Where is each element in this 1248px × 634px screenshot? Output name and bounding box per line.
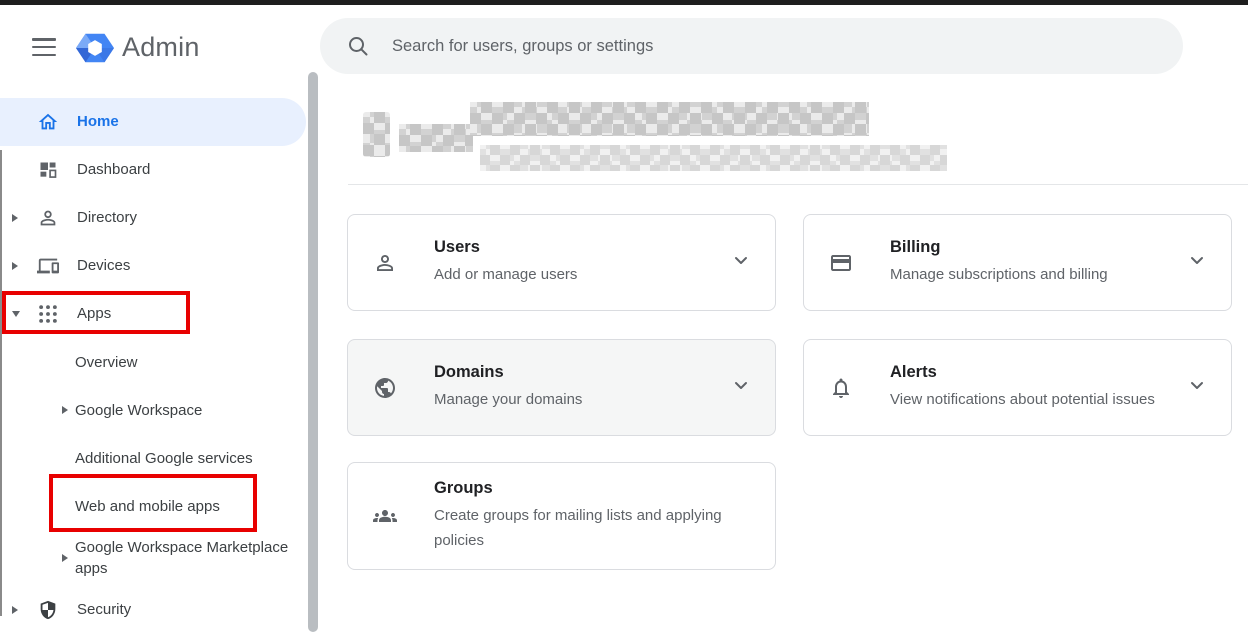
card-title: Users: [434, 238, 721, 257]
sidebar-item-additional-google-services[interactable]: Additional Google services: [0, 434, 306, 482]
card-billing[interactable]: Billing Manage subscriptions and billing: [803, 214, 1232, 311]
groups-icon: [373, 504, 397, 528]
collapse-down-icon[interactable]: [12, 311, 36, 317]
account-label-redacted: [399, 124, 473, 152]
sidebar-item-security[interactable]: Security: [0, 586, 306, 634]
card-users[interactable]: Users Add or manage users: [347, 214, 776, 311]
app-title: Admin: [122, 32, 200, 63]
sidebar-item-directory[interactable]: Directory: [0, 194, 306, 242]
home-icon: [36, 110, 60, 134]
expand-right-icon[interactable]: [12, 606, 36, 614]
bell-icon: [829, 376, 853, 400]
sidebar-scrollbar[interactable]: [308, 72, 318, 632]
person-icon: [36, 206, 60, 230]
card-title: Alerts: [890, 363, 1177, 382]
card-domains[interactable]: Domains Manage your domains: [347, 339, 776, 436]
sidebar-item-label: Google Workspace: [75, 400, 202, 421]
account-avatar-redacted: [363, 112, 390, 157]
chevron-down-icon[interactable]: [729, 248, 753, 277]
sidebar-item-label: Security: [77, 600, 131, 620]
card-subtitle: Manage your domains: [434, 387, 721, 412]
apps-grid-icon: [36, 302, 60, 326]
card-subtitle: View notifications about potential issue…: [890, 387, 1177, 412]
account-subtitle-redacted: [480, 145, 947, 171]
card-title: Domains: [434, 363, 721, 382]
window-left-edge: [0, 150, 2, 616]
card-title: Groups: [434, 479, 753, 498]
expand-right-icon[interactable]: [12, 262, 36, 270]
sidebar-item-label: Devices: [77, 256, 130, 276]
search-icon: [346, 34, 370, 58]
sidebar-item-label: Home: [77, 112, 119, 132]
card-alerts[interactable]: Alerts View notifications about potentia…: [803, 339, 1232, 436]
sidebar-item-devices[interactable]: Devices: [0, 242, 306, 290]
sidebar-item-label: Google Workspace Marketplace apps: [75, 537, 293, 579]
card-subtitle: Manage subscriptions and billing: [890, 262, 1177, 287]
devices-icon: [36, 254, 60, 278]
credit-card-icon: [829, 251, 853, 275]
sidebar-item-label: Directory: [77, 208, 137, 228]
expand-right-icon[interactable]: [12, 214, 36, 222]
sidebar-item-label: Dashboard: [77, 160, 150, 180]
sidebar-item-label: Web and mobile apps: [75, 496, 220, 517]
sidebar-item-marketplace-apps[interactable]: Google Workspace Marketplace apps: [0, 530, 306, 586]
header-divider: [348, 184, 1248, 185]
expand-right-icon[interactable]: [62, 554, 75, 562]
sidebar-nav: Home Dashboard Directory Devices: [0, 98, 306, 634]
account-title-redacted: [470, 102, 869, 136]
card-subtitle: Create groups for mailing lists and appl…: [434, 503, 753, 553]
chevron-down-icon[interactable]: [729, 373, 753, 402]
sidebar-item-web-and-mobile-apps[interactable]: Web and mobile apps: [0, 482, 306, 530]
search-input[interactable]: [392, 37, 1092, 56]
sidebar-item-label: Apps: [77, 304, 111, 324]
card-subtitle: Add or manage users: [434, 262, 721, 287]
card-title: Billing: [890, 238, 1177, 257]
sidebar-item-apps-overview[interactable]: Overview: [0, 338, 306, 386]
sidebar-item-google-workspace[interactable]: Google Workspace: [0, 386, 306, 434]
app-header: Admin: [0, 5, 1248, 85]
sidebar-item-apps[interactable]: Apps: [0, 290, 306, 338]
person-icon: [373, 251, 397, 275]
sidebar-item-label: Overview: [75, 352, 138, 373]
shield-icon: [36, 598, 60, 622]
dashboard-icon: [36, 158, 60, 182]
sidebar-item-home[interactable]: Home: [0, 98, 306, 146]
expand-right-icon[interactable]: [62, 406, 75, 414]
search-bar[interactable]: [320, 18, 1183, 74]
sidebar-item-label: Additional Google services: [75, 448, 253, 469]
menu-icon[interactable]: [32, 38, 56, 56]
card-groups[interactable]: Groups Create groups for mailing lists a…: [347, 462, 776, 570]
chevron-down-icon[interactable]: [1185, 248, 1209, 277]
chevron-down-icon[interactable]: [1185, 373, 1209, 402]
sidebar-item-dashboard[interactable]: Dashboard: [0, 146, 306, 194]
admin-logo: [76, 29, 114, 67]
globe-icon: [373, 376, 397, 400]
